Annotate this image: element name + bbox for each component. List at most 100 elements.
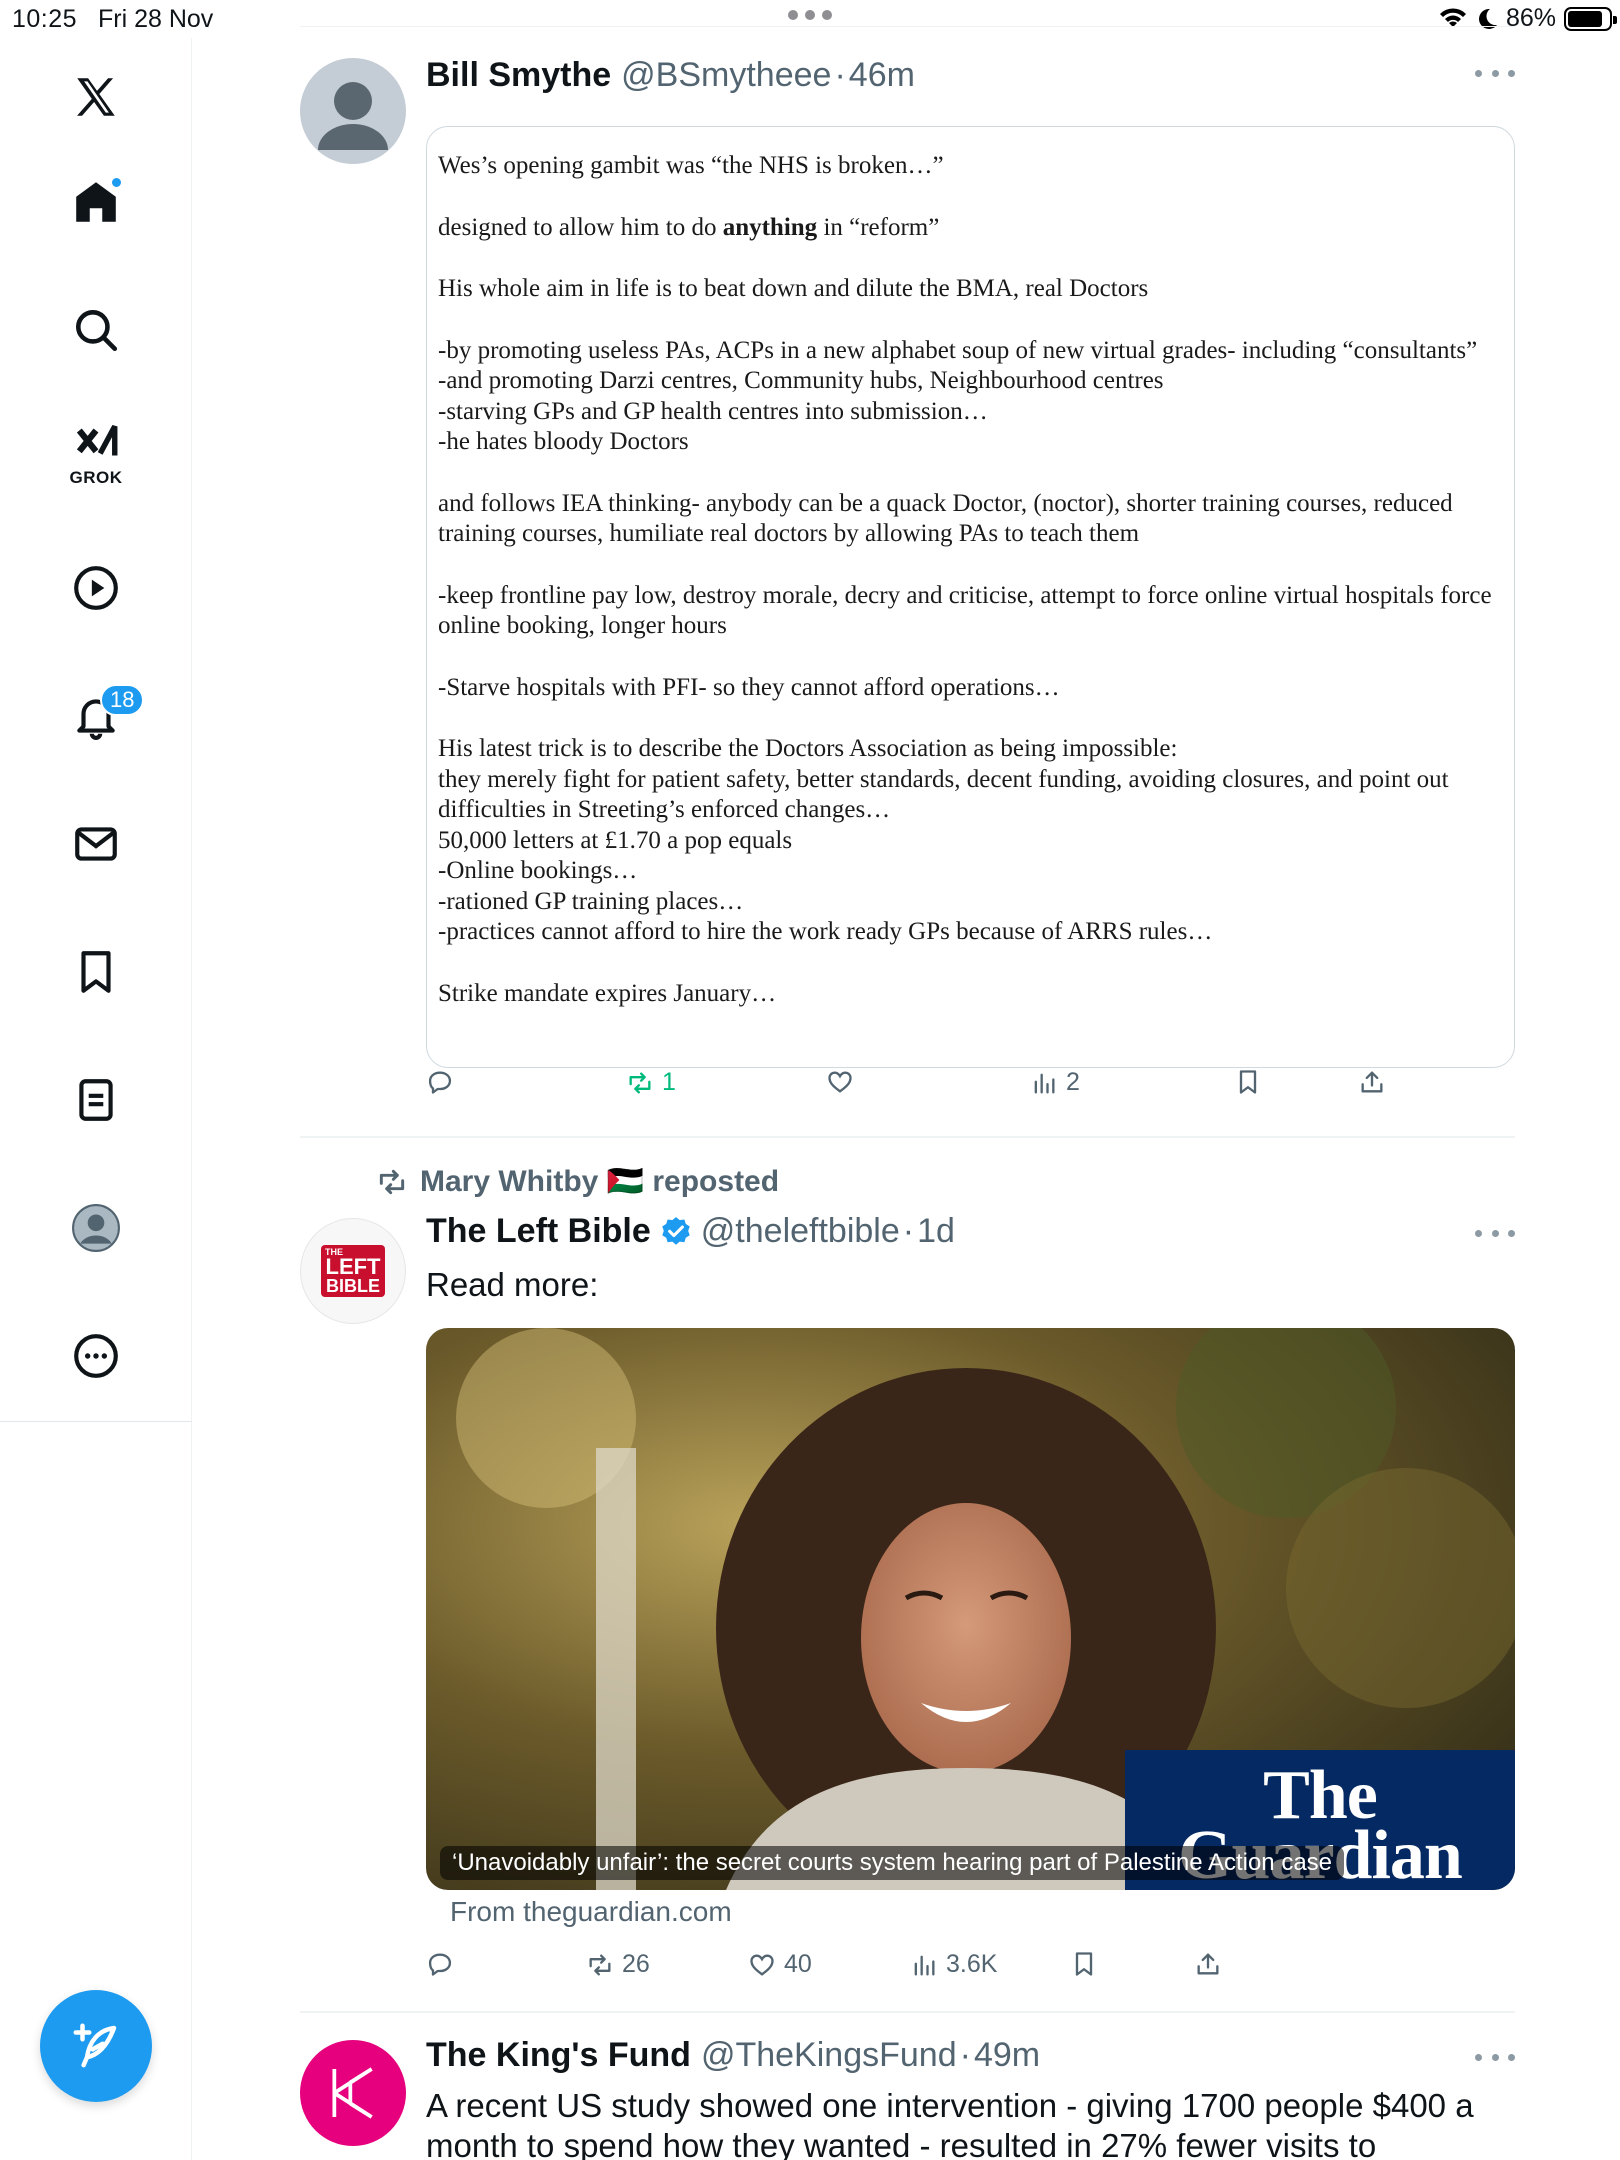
post-text-image[interactable]: Wes’s opening gambit was “the NHS is bro… xyxy=(426,126,1515,1068)
share-button[interactable] xyxy=(1194,1950,1222,1978)
kings-fund-logo-icon xyxy=(332,2067,373,2119)
separator-dot: · xyxy=(834,56,846,94)
more-circle-icon xyxy=(74,1334,118,1378)
sidebar-item-more[interactable] xyxy=(56,1316,136,1396)
repost-button[interactable]: 1 xyxy=(626,1068,676,1097)
sidebar-item-lists[interactable] xyxy=(56,1060,136,1140)
avatar[interactable] xyxy=(300,58,406,164)
author-handle[interactable]: @theleftbible xyxy=(701,1212,900,1251)
text-paragraph: -by promoting useless PAs, ACPs in a new… xyxy=(438,336,1478,456)
sidebar-nav: GROK 18 xyxy=(0,38,192,2160)
views-button[interactable]: 2 xyxy=(1030,1068,1080,1097)
status-time: 10:25 xyxy=(12,5,78,33)
play-circle-icon xyxy=(74,566,118,610)
views-chart-icon xyxy=(1034,1073,1055,1093)
link-source[interactable]: From theguardian.com xyxy=(450,1896,732,1928)
heart-icon xyxy=(750,1953,774,1976)
post-header: The Left Bible @theleftbible · 1d xyxy=(426,1212,955,1251)
repost-count: 26 xyxy=(622,1950,650,1978)
sidebar-item-videos[interactable] xyxy=(56,548,136,628)
post-more-button[interactable] xyxy=(1475,70,1515,77)
text-paragraph: designed to allow him to do anything in … xyxy=(438,213,940,241)
profile-avatar-icon xyxy=(72,1204,120,1252)
repost-icon xyxy=(589,1954,611,1975)
text-paragraph: His whole aim in life is to beat down an… xyxy=(438,275,1149,302)
text-paragraph: -Starve hospitals with PFI- so they cann… xyxy=(438,673,1060,701)
post-header: Bill Smythe @BSmytheee · 46m xyxy=(426,56,915,95)
verified-badge-icon xyxy=(662,1216,690,1245)
bookmark-icon xyxy=(81,951,111,993)
separator-dot: · xyxy=(959,2036,971,2074)
author-name[interactable]: The King's Fund xyxy=(426,2036,691,2075)
author-name[interactable]: Bill Smythe xyxy=(426,56,611,95)
like-count: 40 xyxy=(784,1950,812,1978)
default-avatar-icon xyxy=(318,82,388,150)
share-icon xyxy=(1361,1071,1383,1093)
text-paragraph: Wes’s opening gambit was “the NHS is bro… xyxy=(438,152,944,179)
sidebar-item-grok[interactable]: GROK xyxy=(56,412,136,492)
text-paragraph: and follows IEA thinking- anybody can be… xyxy=(438,489,1453,548)
reposted-by: Mary Whitby 🇵🇸 reposted xyxy=(420,1165,780,1198)
post-kings-fund[interactable]: The King's Fund @TheKingsFund · 49m A re… xyxy=(300,2036,1515,2160)
text-paragraph: -keep frontline pay low, destroy morale,… xyxy=(438,581,1492,640)
link-card-image[interactable]: The Guardian ‘Unavoidably unfair’: the s… xyxy=(426,1328,1515,1890)
list-icon xyxy=(79,1079,113,1121)
sidebar-item-profile[interactable] xyxy=(56,1188,136,1268)
views-count: 3.6K xyxy=(946,1950,998,1978)
x-logo-icon xyxy=(77,78,115,116)
post-time[interactable]: 1d xyxy=(917,1212,955,1251)
post-time[interactable]: 46m xyxy=(849,56,915,95)
repost-icon xyxy=(379,1169,405,1194)
avatar[interactable] xyxy=(300,2040,406,2146)
author-handle[interactable]: @TheKingsFund xyxy=(701,2036,957,2075)
post-left-bible[interactable]: Mary Whitby 🇵🇸 reposted THE LEFT BIBLE T… xyxy=(300,1164,1515,1984)
reply-button[interactable] xyxy=(426,1950,462,1978)
search-icon xyxy=(76,310,118,352)
compose-feather-icon xyxy=(73,2023,117,2068)
post-more-button[interactable] xyxy=(1475,2054,1515,2061)
status-bar: 10:25 Fri 28 Nov 86% xyxy=(0,0,1620,38)
reply-icon xyxy=(428,1071,452,1094)
grok-label: GROK xyxy=(69,468,123,487)
home-unread-dot xyxy=(110,176,123,189)
battery-icon xyxy=(1564,6,1617,31)
status-date: Fri 28 Nov xyxy=(98,5,214,33)
post-more-button[interactable] xyxy=(1475,1230,1515,1237)
x-logo[interactable] xyxy=(56,58,136,138)
post-text: A recent US study showed one interventio… xyxy=(426,2087,1474,2160)
author-handle[interactable]: @BSmytheee xyxy=(621,56,831,95)
post-divider xyxy=(300,1136,1515,1138)
reply-button[interactable] xyxy=(426,1068,462,1096)
bookmark-button[interactable] xyxy=(1070,1950,1098,1978)
bookmark-button[interactable] xyxy=(1234,1068,1262,1096)
repost-context[interactable]: Mary Whitby 🇵🇸 reposted xyxy=(376,1164,779,1199)
views-count: 2 xyxy=(1066,1068,1080,1096)
multitasking-dots[interactable] xyxy=(788,10,832,20)
reply-icon xyxy=(428,1953,452,1976)
compose-post-button[interactable] xyxy=(40,1990,152,2102)
post-time[interactable]: 49m xyxy=(974,2036,1040,2075)
sidebar-item-home[interactable] xyxy=(56,162,136,242)
like-button[interactable] xyxy=(826,1068,862,1096)
repost-button[interactable]: 26 xyxy=(586,1950,650,1979)
share-button[interactable] xyxy=(1358,1068,1386,1096)
repost-icon xyxy=(629,1072,651,1093)
author-name[interactable]: The Left Bible xyxy=(426,1212,651,1251)
bookmark-icon xyxy=(1075,1952,1093,1976)
heart-icon xyxy=(828,1071,852,1093)
sidebar-item-bookmarks[interactable] xyxy=(56,932,136,1012)
link-card-title: ‘Unavoidably unfair’: the secret courts … xyxy=(440,1846,1345,1880)
avatar[interactable]: THE LEFT BIBLE xyxy=(300,1218,406,1324)
views-button[interactable]: 3.6K xyxy=(910,1950,997,1979)
text-paragraph: Strike mandate expires January… xyxy=(438,979,777,1007)
bookmark-icon xyxy=(1239,1070,1257,1094)
sidebar-item-messages[interactable] xyxy=(56,804,136,884)
mail-icon xyxy=(75,827,117,861)
like-button[interactable]: 40 xyxy=(748,1950,812,1979)
sidebar-item-notifications[interactable]: 18 xyxy=(56,676,145,756)
post-bill-smythe[interactable]: Bill Smythe @BSmytheee · 46m Wes’s openi… xyxy=(300,56,1515,1096)
views-chart-icon xyxy=(914,1955,935,1975)
sidebar-divider xyxy=(0,1421,192,1422)
sidebar-item-search[interactable] xyxy=(56,290,136,370)
separator-dot: · xyxy=(902,1212,915,1250)
